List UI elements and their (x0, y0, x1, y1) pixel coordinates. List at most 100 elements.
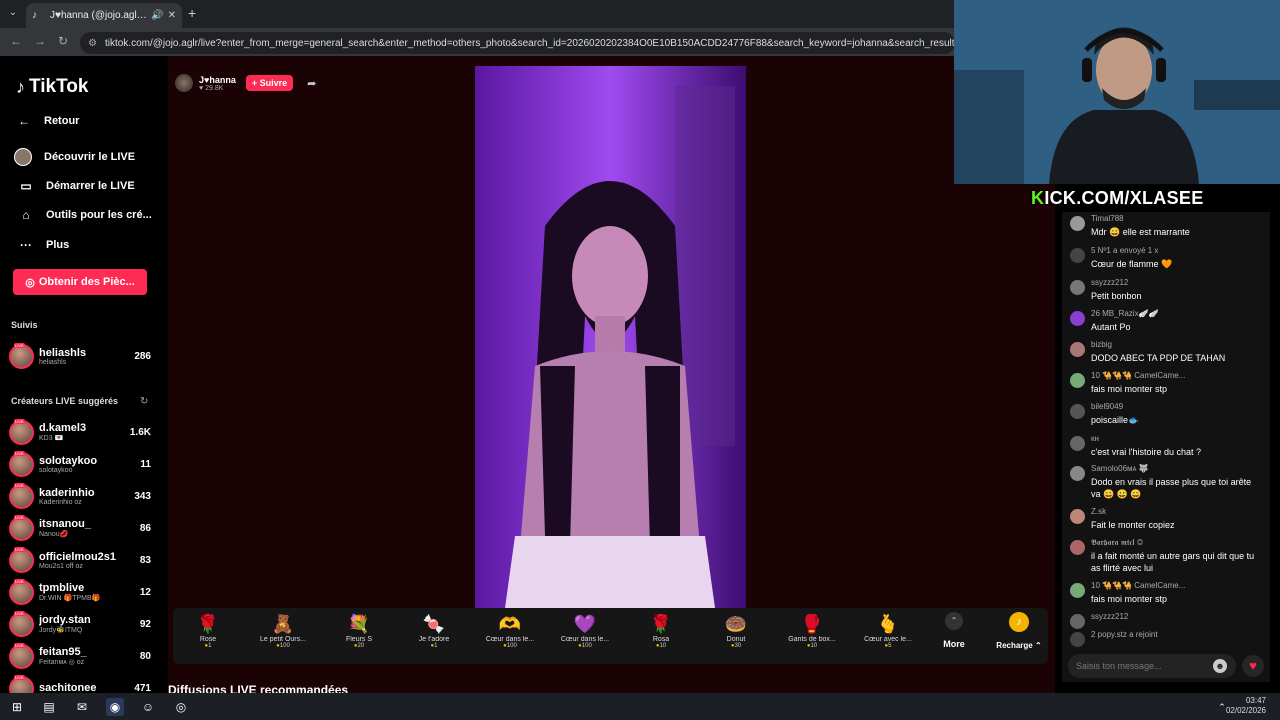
chat-username[interactable]: 2 popy.stz a rejoint (1091, 630, 1261, 639)
creator-nickname: Jordy🐝ITMQ (39, 627, 83, 634)
avatar[interactable] (1070, 311, 1085, 326)
followed-title: Suivis (11, 320, 38, 330)
followed-creator-row[interactable]: LIVE heliashls heliashls 286 (9, 342, 151, 370)
avatar[interactable] (1070, 632, 1085, 647)
host-avatar[interactable] (175, 74, 193, 92)
windows-start-icon[interactable]: ⊞ (8, 698, 26, 716)
follow-button[interactable]: + Suivre (245, 75, 294, 91)
avatar[interactable] (1070, 540, 1085, 555)
url-bar[interactable]: ⚙ tiktok.com/@jojo.aglr/live?enter_from_… (80, 32, 955, 54)
obs-icon[interactable]: ◎ (172, 698, 190, 716)
system-clock[interactable]: 03:47 02/02/2026 (1226, 696, 1266, 716)
avatar[interactable] (1070, 342, 1085, 357)
chat-username[interactable]: кн (1091, 434, 1261, 443)
avatar[interactable] (1070, 509, 1085, 524)
chat-username[interactable]: 26 MB_Razix🪽🪽 (1091, 309, 1261, 318)
suggested-creator-row[interactable]: LIVE kaderinhio Kaderinhio oz 343 (9, 482, 151, 510)
chat-username[interactable]: ssyzzz212 (1091, 278, 1261, 287)
emoji-icon[interactable]: ☻ (1213, 659, 1227, 673)
file-explorer-icon[interactable]: ▤ (40, 698, 58, 716)
viewer-count: 11 (140, 458, 151, 470)
suggested-creator-row[interactable]: LIVE d.kamel3 KD3 💌 1.6K (9, 418, 151, 446)
menu-creator-tools[interactable]: ⌂ Outils pour les cré... (18, 208, 151, 222)
menu-more[interactable]: ··· Plus (18, 238, 69, 252)
avatar[interactable] (1070, 216, 1085, 231)
chat-text: Dodo en vrais il passe plus que toi arêt… (1091, 477, 1252, 499)
gift-icon: 🫰 (876, 614, 900, 634)
site-info-icon[interactable]: ⚙ (88, 38, 97, 49)
chat-text: c'est vrai l'histoire du chat ? (1091, 447, 1201, 457)
avatar[interactable] (1070, 583, 1085, 598)
avatar[interactable] (1070, 248, 1085, 263)
chat-username[interactable]: 10 🐪🐪🐪 CamelCame... (1091, 581, 1261, 590)
chat-username[interactable]: Z.sk (1091, 507, 1261, 516)
suggested-creator-row[interactable]: LIVE officielmou2s1 Mou2s1 off oz 83 (9, 546, 151, 574)
chat-username[interactable]: 5 Nº1 a envoyé 1 x (1091, 246, 1261, 255)
forward-arrow-icon[interactable]: → (34, 34, 46, 48)
outlook-icon[interactable]: ✉ (73, 698, 91, 716)
gift-icon: 🌹 (196, 614, 220, 634)
back-link[interactable]: ← Retour (16, 114, 79, 128)
tiktok-logo[interactable]: ♪ TikTok (16, 76, 88, 98)
avatar: LIVE (9, 610, 34, 637)
chat-text: il a fait monté un autre gars qui dit qu… (1091, 551, 1255, 573)
gift-item[interactable]: 🫶 Cœur dans le... ●100 (473, 612, 547, 649)
get-coins-button[interactable]: ◎ Obtenir des Pièc... (13, 269, 147, 295)
live-badge-icon: LIVE (14, 482, 25, 488)
tab-search-icon[interactable]: ⌄ (5, 5, 21, 21)
chat-username[interactable]: bilel9049 (1091, 402, 1261, 411)
discord-icon[interactable]: ☺ (139, 698, 157, 716)
suggested-creator-row[interactable]: LIVE feitan95_ Feitanᴍᴀ ◎ oz 80 (9, 642, 151, 670)
avatar[interactable] (1070, 373, 1085, 388)
gift-item[interactable]: 💐 Fleurs S ●20 (322, 612, 396, 649)
host-name[interactable]: J♥hanna (199, 75, 236, 85)
refresh-icon[interactable]: ↻ (140, 396, 148, 407)
live-video[interactable] (475, 66, 746, 608)
avatar[interactable] (1070, 404, 1085, 419)
gift-item[interactable]: 💜 Cœur dans le... ●100 (548, 612, 622, 649)
suggested-creator-row[interactable]: LIVE itsnanou_ Nanou💋 86 (9, 514, 151, 542)
menu-discover-live[interactable]: Découvrir le LIVE (14, 148, 135, 166)
menu-start-live[interactable]: ▭ Démarrer le LIVE (18, 179, 134, 193)
chrome-icon[interactable]: ◉ (106, 698, 124, 716)
browser-tab[interactable]: ♪ J♥hanna (@jojo.aglr) est e 🔊 ✕ (26, 3, 182, 28)
avatar[interactable] (1070, 280, 1085, 295)
chat-text: Mdr 😀 elle est marrante (1091, 227, 1190, 237)
gift-item[interactable]: 🫰 Cœur avec le... ●5 (851, 612, 925, 649)
gift-name: Rosa (652, 636, 670, 643)
chat-username[interactable]: Timal788 (1091, 214, 1261, 223)
recharge-button[interactable]: ♪ Recharge ⌃ (990, 612, 1048, 650)
avatar[interactable] (1070, 466, 1085, 481)
gift-item[interactable]: 🧸 Le petit Ours... ●100 (246, 612, 320, 649)
chat-username[interactable]: bizbig (1091, 340, 1261, 349)
chat-input[interactable]: Saisis ton message... (1068, 654, 1236, 678)
close-tab-icon[interactable]: ✕ (168, 10, 176, 21)
suggested-creator-row[interactable]: LIVE tpmblive Dr.WIN 🎁TPMB🎁 12 (9, 578, 151, 606)
chat-text: fais moi monter stp (1091, 594, 1168, 604)
reload-icon[interactable]: ↻ (58, 34, 68, 48)
chevron-up-icon: ⌃ (945, 612, 963, 630)
heart-like-button[interactable]: ♥ (1242, 655, 1264, 677)
gift-item[interactable]: 🍩 Donut ●30 (699, 612, 773, 649)
chat-username[interactable]: 𝕭𝖆𝖗𝖇𝖆𝖗𝖆 𝖒𝖙𝖈𝖑 ◎ (1091, 538, 1261, 548)
gift-item[interactable]: 🌹 Rose ●1 (171, 612, 245, 649)
gift-item[interactable]: 🌹 Rosa ●10 (624, 612, 698, 649)
mute-tab-icon[interactable]: 🔊 (151, 10, 163, 21)
share-icon[interactable]: ➦ (307, 77, 316, 90)
viewer-count: 12 (139, 586, 151, 598)
avatar[interactable] (1070, 436, 1085, 451)
suggested-creator-row[interactable]: LIVE solotaykoo solotaykoo 11 (9, 450, 151, 478)
avatar[interactable] (1070, 614, 1085, 629)
chat-username[interactable]: ssyzzz212 (1091, 612, 1261, 621)
chat-username[interactable]: Samolo06ᴍᴀ 🐺 (1091, 464, 1261, 473)
new-tab-button[interactable]: + (188, 5, 196, 21)
chat-username[interactable]: 10 🐪🐪🐪 CamelCame... (1091, 371, 1261, 380)
gift-item[interactable]: 🥊 Gants de box... ●10 (775, 612, 849, 649)
gift-item[interactable]: 🍬 Je t'adore ●1 (397, 612, 471, 649)
back-arrow-icon[interactable]: ← (10, 34, 22, 48)
host-bar: J♥hanna ♥ 29.8K + Suivre ➦ (175, 72, 316, 94)
gift-price: ●20 (353, 643, 365, 649)
more-gifts-button[interactable]: ⌃ More (938, 612, 970, 649)
suggested-creator-row[interactable]: LIVE jordy.stan Jordy🐝ITMQ 92 (9, 610, 151, 638)
creator-name: itsnanou_ (39, 518, 91, 530)
